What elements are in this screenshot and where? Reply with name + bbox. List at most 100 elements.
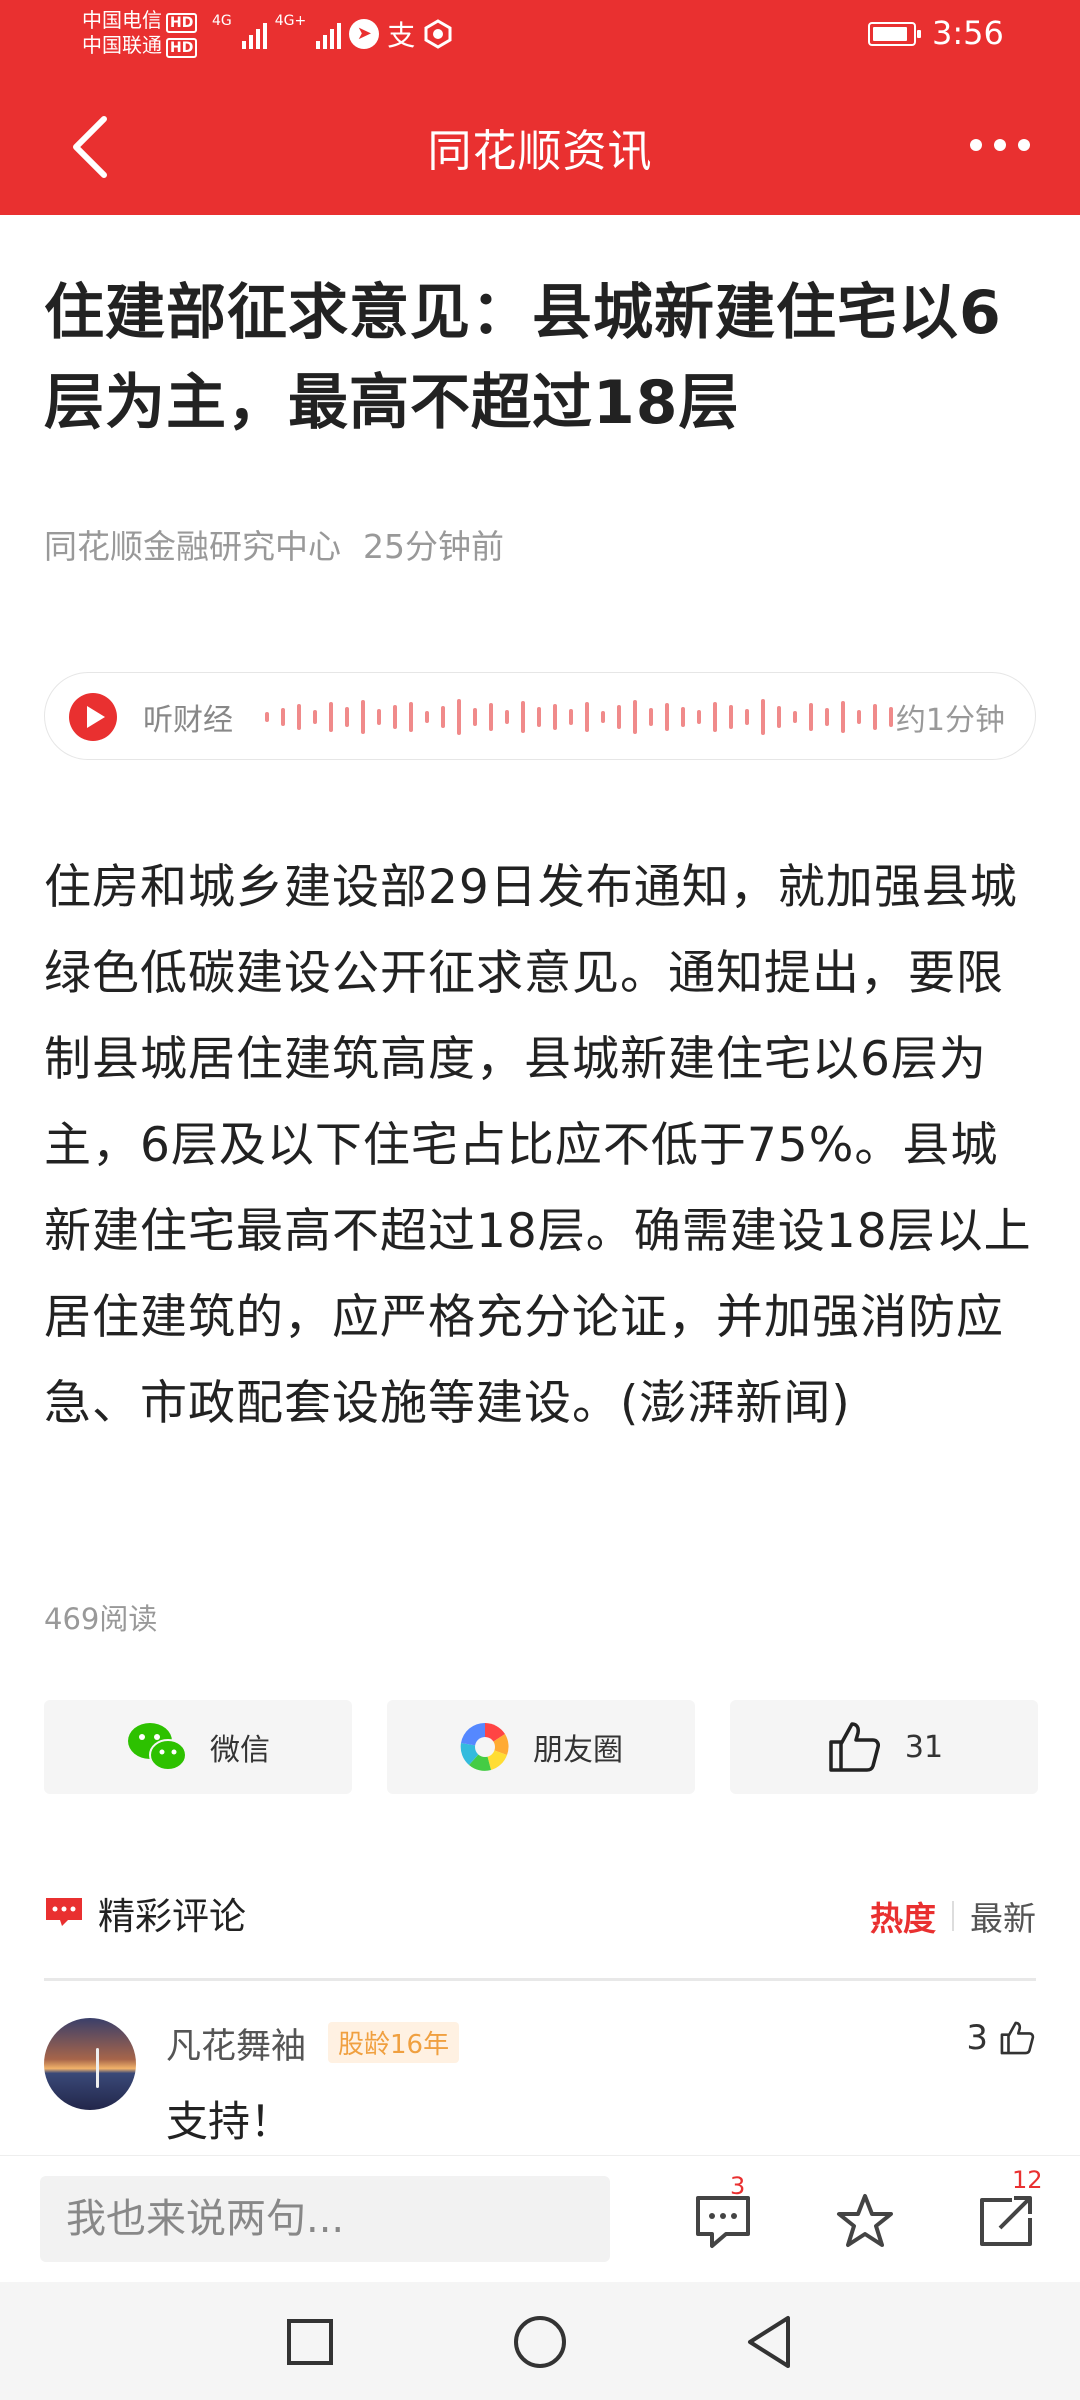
waveform-bar: [681, 707, 685, 727]
waveform-bar: [393, 705, 397, 729]
bottom-input-bar: 3 12: [0, 2155, 1080, 2281]
waveform-bar: [537, 707, 541, 727]
waveform-bar: [377, 709, 381, 725]
hd-badge: HD: [166, 13, 198, 33]
network-type-2: 4G+: [274, 13, 307, 29]
app-notification-icon: [424, 19, 452, 49]
more-dots-icon: [970, 139, 982, 151]
waveform-bar: [473, 708, 477, 726]
home-button[interactable]: [510, 2312, 570, 2372]
thumbs-up-icon: [1000, 2021, 1035, 2055]
comment-count-badge: 3: [730, 2172, 746, 2200]
share-moments-label: 朋友圈: [533, 1733, 623, 1768]
signal-icon: [316, 19, 342, 49]
like-button[interactable]: 31: [730, 1700, 1038, 1794]
article-title: 住建部征求意见：县城新建住宅以6层为主，最高不超过18层: [44, 278, 1002, 438]
share-count-badge: 12: [1012, 2166, 1043, 2194]
waveform-bar: [729, 705, 733, 729]
star-icon: [837, 2194, 893, 2247]
status-bar: 中国电信 HD 中国联通 HD 4G 4G+ ➤ 支 3:56: [0, 0, 1080, 70]
article-meta: 同花顺金融研究中心 25分钟前: [44, 520, 504, 568]
waveform-bar: [889, 707, 893, 727]
waveform-bar: [265, 712, 269, 722]
waveform-bar: [857, 710, 861, 724]
back-nav-button[interactable]: [740, 2312, 800, 2372]
waveform-bar: [585, 702, 589, 732]
waveform-bar: [569, 709, 573, 725]
stock-age-badge: 股龄16年: [328, 2022, 460, 2063]
article-body: 住房和城乡建设部29日发布通知，就加强县城绿色低碳建设公开征求意见。通知提出，要…: [44, 860, 1032, 1431]
carrier-info: 中国电信 HD 中国联通 HD: [82, 8, 198, 58]
avatar[interactable]: [44, 2018, 136, 2110]
waveform-bar: [713, 702, 717, 732]
comment-sort-tabs: 热度 最新: [870, 1892, 1036, 1940]
share-wechat-label: 微信: [210, 1733, 270, 1768]
divider: [44, 1978, 1036, 1981]
waveform-bar: [409, 702, 413, 732]
battery-level: [873, 27, 907, 41]
comment-like-count: 3: [966, 2018, 988, 2058]
share-wechat-button[interactable]: 微信: [44, 1700, 352, 1794]
waveform-bar: [809, 703, 813, 731]
comments-button[interactable]: [690, 2186, 760, 2256]
moments-icon: [460, 1722, 509, 1771]
nav-bar: 同花顺资讯: [0, 95, 1080, 195]
waveform-bar: [457, 699, 461, 735]
hd-badge: HD: [166, 38, 198, 58]
comment-input[interactable]: [40, 2176, 610, 2262]
square-icon: [287, 2319, 333, 2365]
more-button[interactable]: [960, 125, 1040, 165]
clock: 3:56: [932, 14, 1004, 52]
battery-icon: [868, 22, 921, 46]
comment-icon: [696, 2196, 750, 2248]
waveform-bar: [425, 711, 429, 723]
comments-title: 精彩评论: [98, 1895, 246, 1938]
waveform-bar: [665, 703, 669, 731]
page-title: 同花顺资讯: [427, 126, 653, 177]
sort-divider: [952, 1901, 954, 1931]
waveform-bar: [313, 710, 317, 724]
network-type-1: 4G: [212, 13, 232, 29]
signal-icon: [241, 19, 267, 49]
comment-user-name[interactable]: 凡花舞袖: [166, 2018, 306, 2069]
waveform-bar: [617, 705, 621, 729]
circle-icon: [514, 2316, 566, 2368]
share-button[interactable]: [972, 2186, 1042, 2256]
sort-hot-tab[interactable]: 热度: [870, 1892, 936, 1940]
play-icon[interactable]: [69, 693, 117, 741]
waveform-bar: [361, 700, 365, 734]
sort-new-tab[interactable]: 最新: [970, 1892, 1036, 1940]
waveform-bar: [441, 706, 445, 728]
waveform-bar: [841, 701, 845, 733]
waveform-bar: [345, 707, 349, 727]
waveform-icon: [265, 699, 893, 735]
notification-app-icon: ➤: [349, 19, 380, 49]
waveform-bar: [281, 708, 285, 726]
comments-header: 精彩评论 热度 最新: [44, 1886, 1036, 1946]
waveform-bar: [761, 699, 765, 735]
triangle-back-icon: [748, 2316, 790, 2368]
system-nav-bar: [0, 2282, 1080, 2400]
alipay-icon: 支: [387, 19, 416, 52]
waveform-bar: [489, 703, 493, 731]
article-time: 25分钟前: [363, 527, 504, 566]
waveform-bar: [793, 711, 797, 723]
carrier-2: 中国联通: [82, 33, 162, 57]
recent-apps-button[interactable]: [280, 2312, 340, 2372]
comment-item: 凡花舞袖 股龄16年 3 支持！: [44, 2018, 1036, 2158]
favorite-button[interactable]: [830, 2186, 900, 2256]
audio-player[interactable]: 听财经 约1分钟: [44, 672, 1036, 760]
comment-like-button[interactable]: 3: [966, 2018, 1036, 2058]
audio-duration: 约1分钟: [895, 703, 1005, 738]
thumbs-up-icon: [829, 1722, 880, 1772]
waveform-bar: [521, 701, 525, 733]
waveform-bar: [825, 708, 829, 726]
comment-bubble-icon: [46, 1898, 82, 1926]
article-source[interactable]: 同花顺金融研究中心: [44, 527, 341, 566]
waveform-bar: [649, 708, 653, 726]
share-moments-button[interactable]: 朋友圈: [387, 1700, 695, 1794]
waveform-bar: [601, 711, 605, 723]
share-icon: [980, 2196, 1032, 2246]
waveform-bar: [329, 702, 333, 732]
status-icons: 4G 4G+ ➤ 支: [212, 14, 453, 54]
